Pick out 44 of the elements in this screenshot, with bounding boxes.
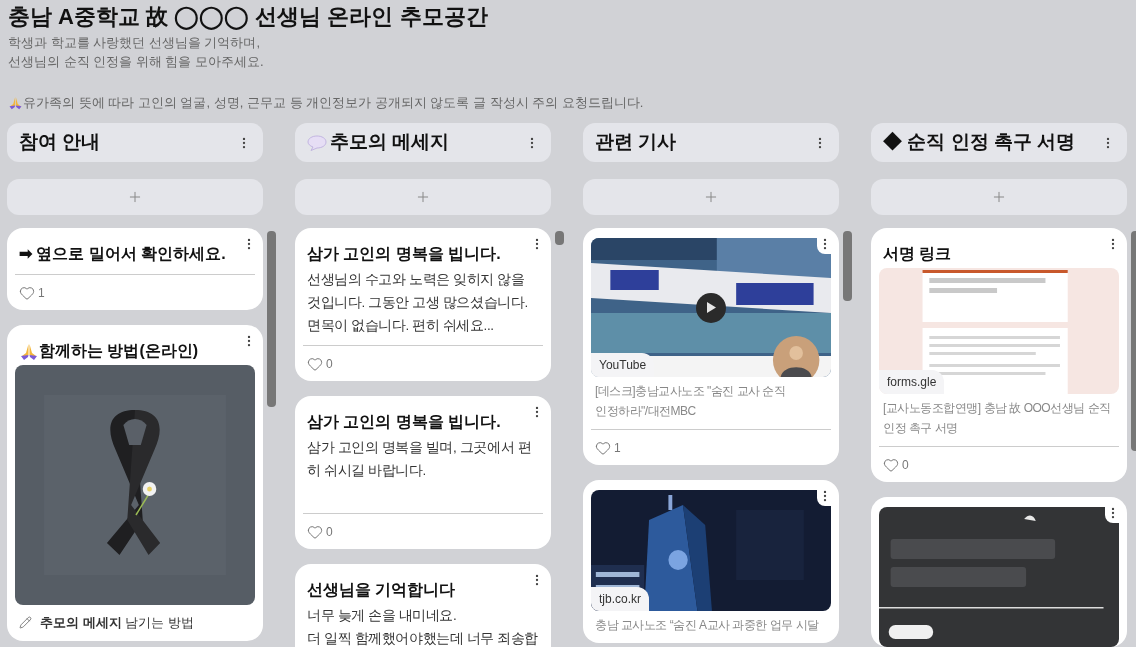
pencil-icon [19,616,32,630]
board-description: 선생님의 순직 인정을 위해 힘을 모아주세요. [8,53,265,71]
heart-icon [307,355,323,372]
link-title[interactable]: 충남 교사노조 “숨진 A교사 과중한 업무 시달 [591,615,831,635]
link-source: forms.gle [879,370,945,394]
like-button[interactable]: 0 [883,455,909,474]
praying-hands-icon [19,341,39,361]
board-title: 충남 A중학교 故 ◯◯◯ 선생님 온라인 추모공간 [8,3,489,32]
column-title: 관련 기사 [595,130,677,155]
post-note: 추모의 메세지 남기는 방법 [40,614,194,632]
scrollbar-thumb[interactable] [555,231,564,245]
post-body: 너무 늦게 손을 내미네요. 더 일찍 함께했어야했는데 너무 죄송합 [306,607,539,647]
plus-icon [991,189,1007,205]
post-title: 삼가 고인의 명복을 빕니다. [307,244,501,264]
column-title: 추모의 메세지 [330,130,450,155]
heart-icon [19,284,35,301]
plus-icon [703,189,719,205]
post-title: 선생님을 기억합니다 [307,580,456,600]
scrollbar-thumb[interactable] [843,231,852,301]
link-title[interactable]: [교사노동조합연맹] 충남 故 OOO선생님 순직 인정 촉구 서명 [879,398,1119,438]
board-description: 학생과 학교를 사랑했던 선생님을 기억하며, [8,34,262,52]
like-button[interactable]: 0 [307,522,333,541]
post-body: 삼가 고인의 명복을 빌며, 그곳에서 편히 쉬시길 바랍니다. [306,439,533,480]
plus-icon [127,189,143,205]
heart-icon [883,456,899,473]
like-button[interactable]: 0 [307,354,333,373]
post-title: 서명 링크 [883,244,952,264]
post-body: 선생님의 수고와 노력은 잊히지 않을 것입니다. 그동안 고생 많으셨습니다. 면목이 없습니다. 편히 쉬세요... [306,271,529,335]
link-title[interactable]: [데스크]충남교사노조 "숨진 교사 순직 인정하라"/대전MBC [591,381,831,421]
play-icon [706,302,716,313]
link-source: tjb.co.kr [591,587,649,611]
post-title: 함께하는 방법(온라인) [39,341,199,361]
plus-icon [415,189,431,205]
post-title: ➡ 옆으로 밀어서 확인하세요. [19,244,226,264]
board-notice: 유가족의 뜻에 따라 고인의 얼굴, 성명, 근무교 등 개인정보가 공개되지 않도록 글 작성시 주의 요청드립니다. [23,94,644,112]
like-button[interactable]: 1 [19,283,45,302]
column-title: 참여 안내 [19,130,101,155]
heart-icon [307,523,323,540]
speech-bubble-icon [307,134,327,151]
like-button[interactable]: 1 [595,438,621,457]
column-title: ◆ 순직 인정 촉구 서명 [883,130,1076,155]
scrollbar-thumb[interactable] [267,231,276,407]
heart-icon [595,439,611,456]
post-title: 삼가 고인의 명복을 빕니다. [307,412,501,432]
